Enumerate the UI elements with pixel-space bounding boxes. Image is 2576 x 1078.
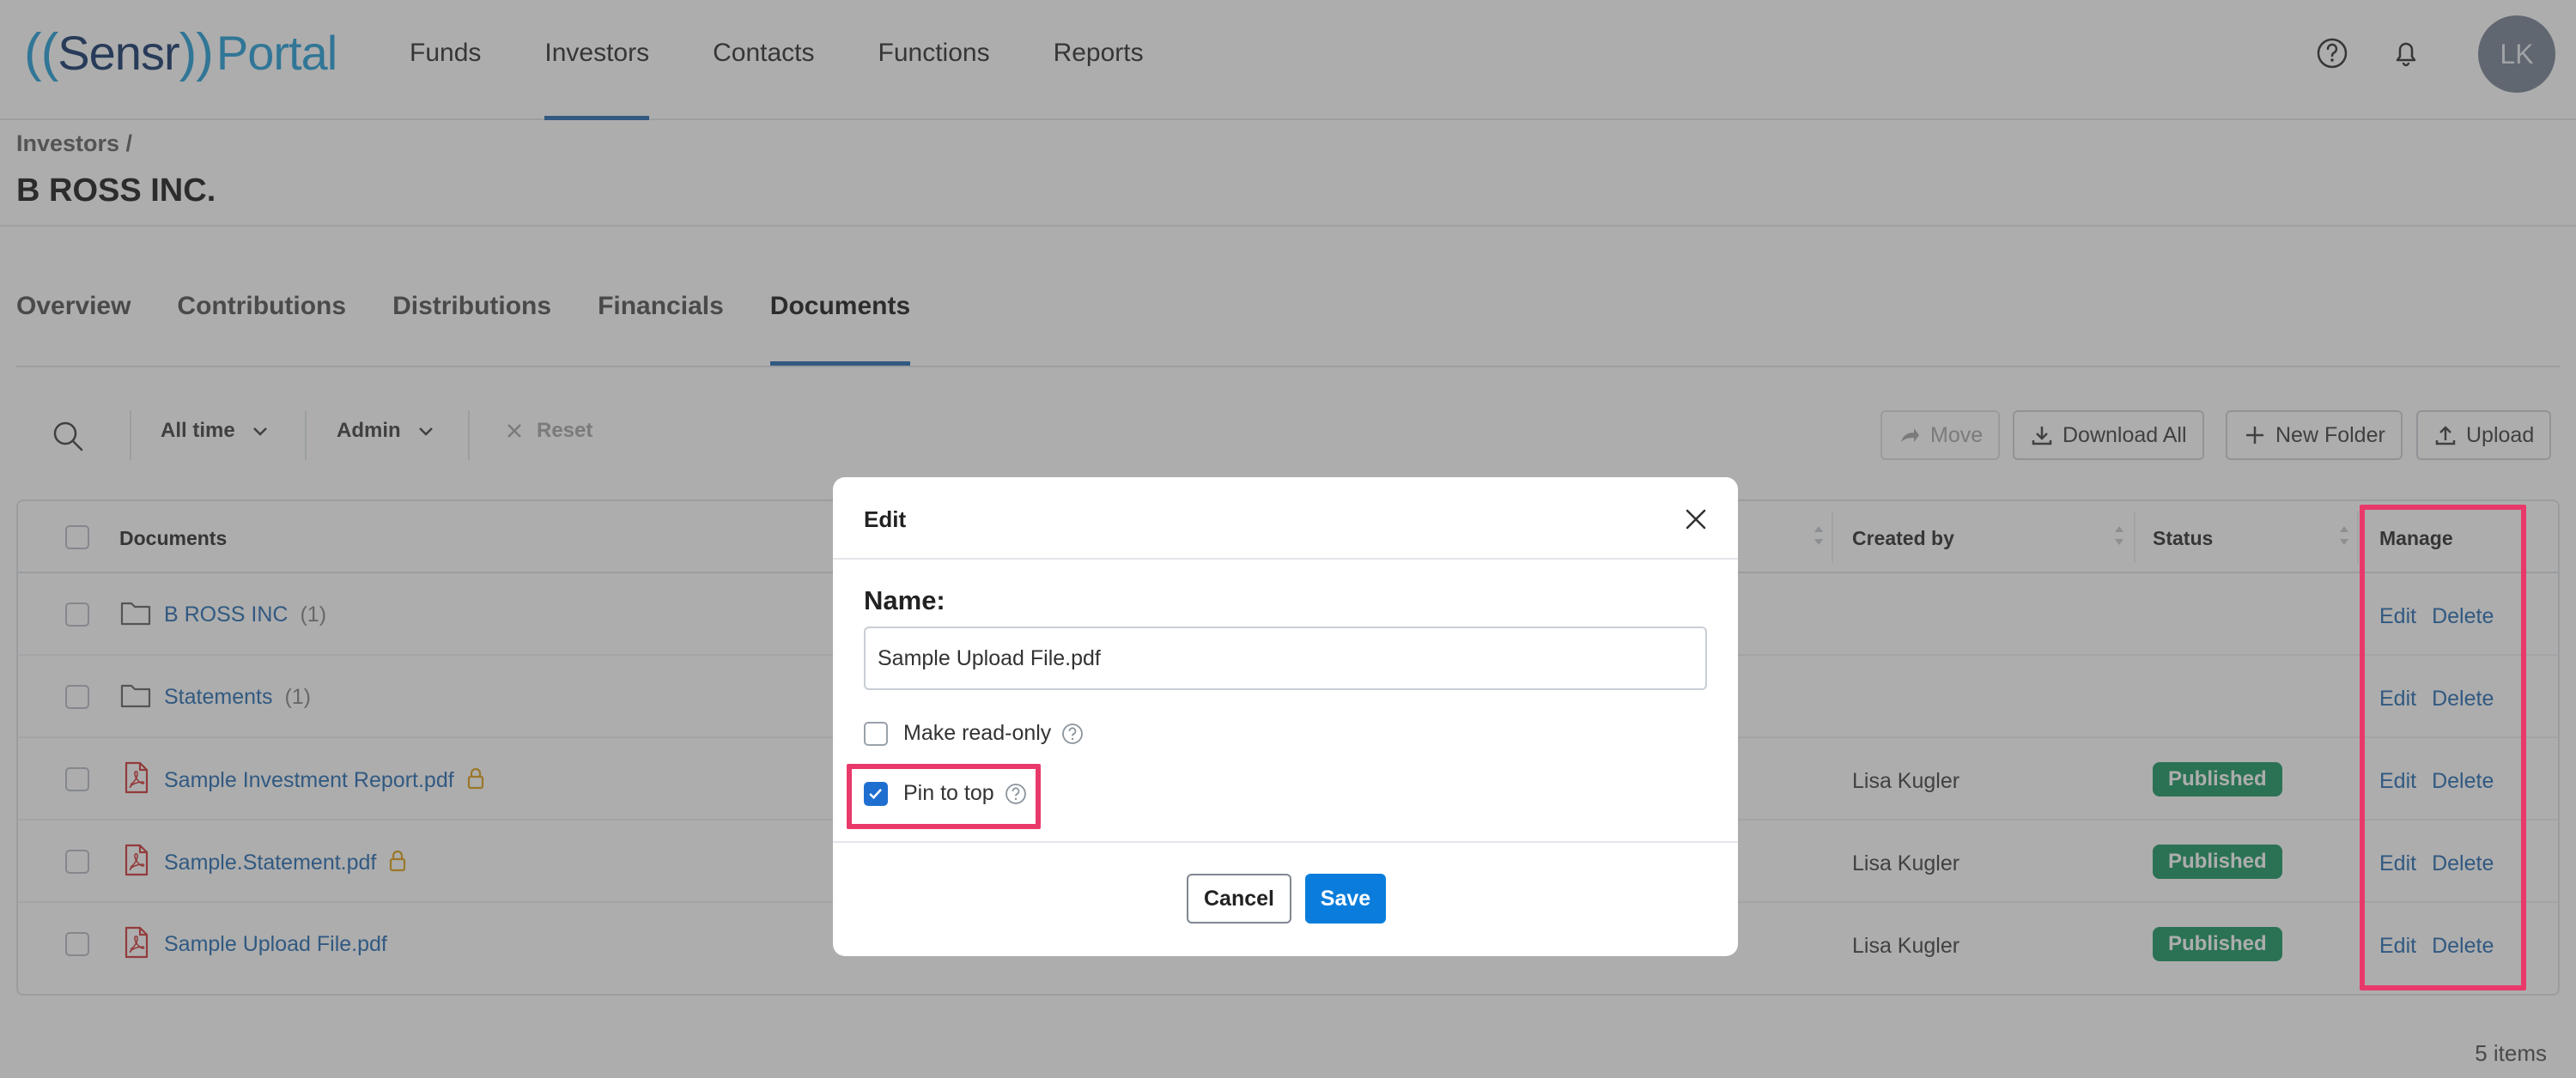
dialog-footer-divider — [833, 841, 1738, 843]
dialog-header: Edit — [833, 477, 1738, 560]
close-icon[interactable] — [1683, 506, 1709, 532]
manage-column-highlight — [2360, 505, 2526, 990]
read-only-label: Make read-only — [903, 721, 1052, 745]
dialog-title: Edit — [864, 506, 907, 532]
cancel-button[interactable]: Cancel — [1187, 874, 1291, 924]
name-input[interactable] — [864, 627, 1707, 690]
name-label: Name: — [864, 585, 945, 615]
pin-to-top-highlight — [847, 764, 1041, 829]
read-only-checkbox[interactable] — [864, 721, 888, 746]
read-only-option[interactable]: Make read-only — [864, 721, 1084, 746]
help-circle-icon[interactable] — [1061, 723, 1084, 745]
save-button[interactable]: Save — [1305, 874, 1386, 924]
edit-dialog: Edit Name: Make read-only Pin to top Can… — [833, 477, 1738, 956]
